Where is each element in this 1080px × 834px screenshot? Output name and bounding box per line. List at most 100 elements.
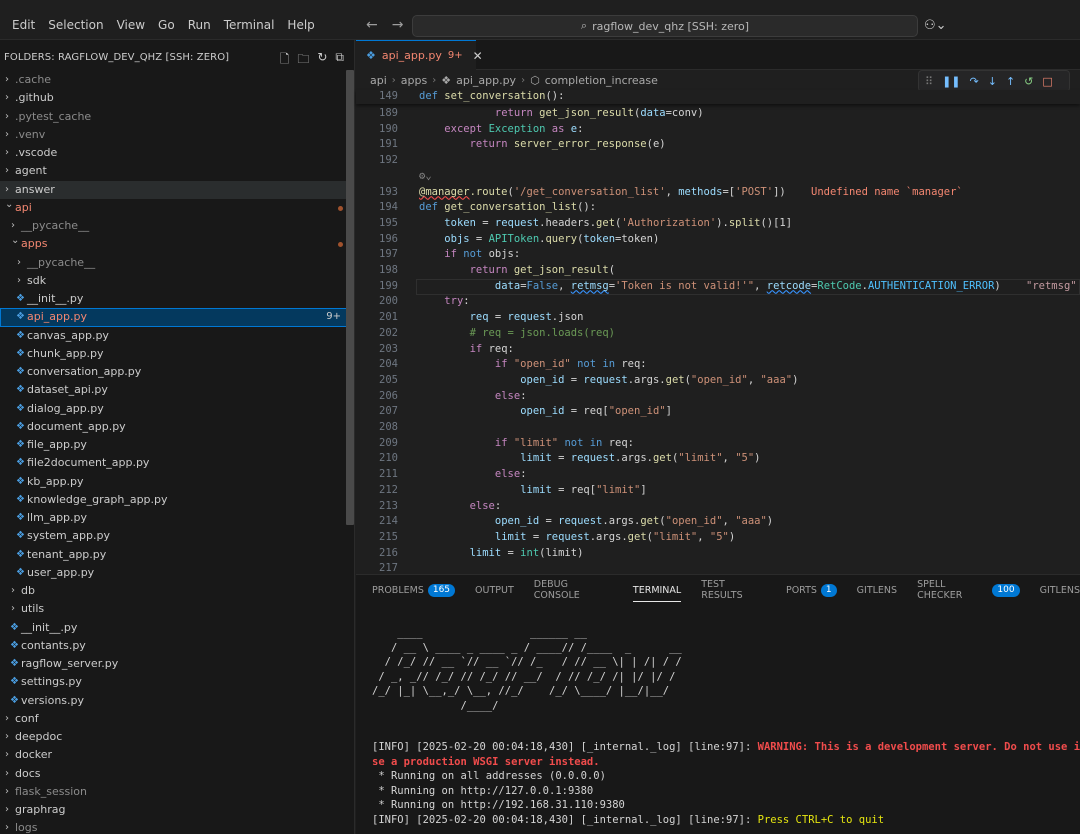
- refresh-icon[interactable]: ↻: [317, 50, 327, 71]
- tree-item[interactable]: ❖ user_app.py: [0, 564, 354, 582]
- tree-item[interactable]: › .cache: [0, 71, 354, 89]
- tree-item[interactable]: › deepdoc: [0, 728, 354, 746]
- code-line[interactable]: else:: [495, 390, 527, 402]
- tree-item[interactable]: › docs: [0, 765, 354, 783]
- code-line[interactable]: objs = APIToken.query(token=token): [444, 233, 659, 245]
- forward-arrow-icon[interactable]: →: [392, 17, 404, 33]
- tree-item[interactable]: ❖ dialog_app.py: [0, 400, 354, 418]
- tree-item[interactable]: ❖ __init__.py: [0, 290, 354, 308]
- tree-item[interactable]: ❖ ragflow_server.py: [0, 655, 354, 673]
- code-line[interactable]: token = request.headers.get('Authorizati…: [444, 217, 792, 229]
- tree-item[interactable]: › sdk: [0, 272, 354, 290]
- tree-item[interactable]: › .venv: [0, 126, 354, 144]
- code-line[interactable]: open_id = req["open_id"]: [520, 405, 672, 417]
- code-line[interactable]: limit = int(limit): [470, 547, 584, 559]
- tree-item[interactable]: › __pycache__: [0, 217, 354, 235]
- tree-item[interactable]: › docker: [0, 746, 354, 764]
- menu-item-run[interactable]: Run: [188, 18, 211, 32]
- sticky-code[interactable]: def set_conversation():: [419, 90, 564, 102]
- tree-item[interactable]: ⌄ api: [0, 199, 354, 217]
- drag-grip-icon[interactable]: ⠿: [925, 75, 933, 88]
- panel-tab-gitlens[interactable]: GITLENS: [857, 581, 897, 599]
- tree-item[interactable]: › db: [0, 582, 354, 600]
- code-line[interactable]: def get_conversation_list():: [419, 201, 596, 213]
- pause-icon[interactable]: ❚❚: [942, 75, 960, 88]
- code-line[interactable]: @manager.route('/get_conversation_list',…: [419, 186, 963, 198]
- breadcrumb-item[interactable]: completion_increase: [545, 74, 658, 87]
- tree-item[interactable]: ❖ chunk_app.py: [0, 345, 354, 363]
- tree-item[interactable]: ❖ dataset_api.py: [0, 381, 354, 399]
- tree-item[interactable]: ⌄ apps: [0, 235, 354, 253]
- tree-item[interactable]: ❖ document_app.py: [0, 418, 354, 436]
- code-line[interactable]: limit = request.args.get("limit", "5"): [520, 452, 760, 464]
- new-file-icon[interactable]: 🗋: [280, 50, 290, 71]
- code-line[interactable]: if req:: [470, 343, 514, 355]
- tree-item[interactable]: ❖ conversation_app.py: [0, 363, 354, 381]
- code-line[interactable]: try:: [444, 295, 469, 307]
- code-line[interactable]: except Exception as e:: [444, 123, 583, 135]
- breadcrumb-item[interactable]: apps: [401, 74, 427, 87]
- back-arrow-icon[interactable]: ←: [366, 17, 378, 33]
- tree-item[interactable]: › answer: [0, 180, 354, 199]
- tab-api-app[interactable]: ❖ api_app.py 9+ ✕: [356, 40, 483, 70]
- collapse-all-icon[interactable]: ⧉: [335, 50, 344, 71]
- code-line[interactable]: return get_json_result(data=conv): [495, 107, 704, 119]
- new-folder-icon[interactable]: 🗀: [297, 50, 309, 71]
- code-line[interactable]: ⚙⌄: [419, 170, 432, 182]
- code-line[interactable]: # req = json.loads(req): [470, 327, 615, 339]
- panel-tab-output[interactable]: OUTPUT: [475, 581, 514, 599]
- code-line[interactable]: limit = request.args.get("limit", "5"): [495, 531, 735, 543]
- menu-item-selection[interactable]: Selection: [48, 18, 103, 32]
- breadcrumb-item[interactable]: api: [370, 74, 387, 87]
- panel-tab-test-results[interactable]: TEST RESULTS: [701, 579, 766, 601]
- code-line[interactable]: open_id = request.args.get("open_id", "a…: [495, 515, 773, 527]
- tree-item[interactable]: › conf: [0, 710, 354, 728]
- tree-item[interactable]: ❖ api_app.py 9+: [0, 308, 354, 327]
- panel-tab-gitlens[interactable]: GITLENS: [1040, 581, 1080, 599]
- code-line[interactable]: if "open_id" not in req:: [495, 358, 647, 370]
- code-line[interactable]: data=False, retmsg='Token is not valid!'…: [495, 280, 1077, 292]
- tree-item[interactable]: ❖ llm_app.py: [0, 509, 354, 527]
- code-line[interactable]: return get_json_result(: [470, 264, 615, 276]
- step-into-icon[interactable]: ↓: [988, 75, 997, 88]
- code-line[interactable]: else:: [495, 468, 527, 480]
- breadcrumb-item[interactable]: api_app.py: [456, 74, 516, 87]
- code-line[interactable]: limit = req["limit"]: [520, 484, 646, 496]
- tree-item[interactable]: ❖ system_app.py: [0, 527, 354, 545]
- menu-item-view[interactable]: View: [117, 18, 145, 32]
- terminal-output[interactable]: ____ ______ __ / __ \ ____ _ ____ _ / __…: [372, 615, 1080, 834]
- tree-item[interactable]: › graphrag: [0, 801, 354, 819]
- step-out-icon[interactable]: ↑: [1006, 75, 1015, 88]
- tree-item[interactable]: › .pytest_cache: [0, 108, 354, 126]
- code-line[interactable]: req = request.json: [470, 311, 584, 323]
- tree-item[interactable]: › utils: [0, 600, 354, 618]
- panel-tab-ports[interactable]: PORTS 1: [786, 581, 837, 599]
- tree-item[interactable]: › logs: [0, 819, 354, 834]
- tree-item[interactable]: ❖ settings.py: [0, 673, 354, 691]
- tree-item[interactable]: › .vscode: [0, 144, 354, 162]
- panel-tab-debug-console[interactable]: DEBUG CONSOLE: [534, 579, 613, 601]
- tree-item[interactable]: ❖ __init__.py: [0, 619, 354, 637]
- tree-item[interactable]: › __pycache__: [0, 254, 354, 272]
- menu-item-help[interactable]: Help: [287, 18, 314, 32]
- tree-item[interactable]: › .github: [0, 89, 354, 107]
- code-line[interactable]: open_id = request.args.get("open_id", "a…: [520, 374, 798, 386]
- code-line[interactable]: if not objs:: [444, 248, 520, 260]
- tree-item[interactable]: › flask_session: [0, 783, 354, 801]
- tree-item[interactable]: ❖ canvas_app.py: [0, 327, 354, 345]
- menu-item-go[interactable]: Go: [158, 18, 175, 32]
- tree-item[interactable]: ❖ knowledge_graph_app.py: [0, 491, 354, 509]
- sidebar-scrollbar[interactable]: [346, 70, 354, 525]
- tree-item[interactable]: ❖ kb_app.py: [0, 473, 354, 491]
- tree-item[interactable]: ❖ file2document_app.py: [0, 454, 354, 472]
- command-center[interactable]: ⌕ ragflow_dev_qhz [SSH: zero]: [412, 15, 918, 37]
- tree-item[interactable]: ❖ contants.py: [0, 637, 354, 655]
- tree-item[interactable]: ❖ versions.py: [0, 692, 354, 710]
- menu-item-edit[interactable]: Edit: [12, 18, 35, 32]
- stop-icon[interactable]: □: [1042, 75, 1052, 88]
- menu-item-terminal[interactable]: Terminal: [224, 18, 275, 32]
- tree-item[interactable]: ❖ tenant_app.py: [0, 546, 354, 564]
- close-icon[interactable]: ✕: [473, 49, 483, 63]
- step-over-icon[interactable]: ↷: [970, 75, 979, 88]
- panel-tab-terminal[interactable]: TERMINAL: [632, 581, 682, 602]
